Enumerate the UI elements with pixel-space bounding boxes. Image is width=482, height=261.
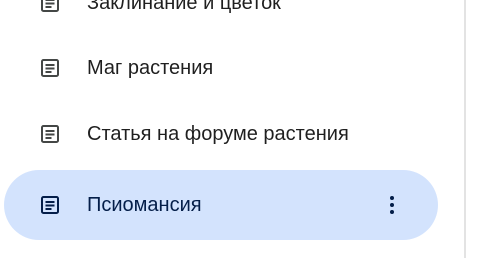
document-icon	[38, 56, 62, 80]
nav-item-psiomancy[interactable]: Псиомансия	[4, 170, 438, 240]
document-icon	[38, 122, 62, 146]
more-vert-icon[interactable]	[380, 193, 404, 217]
nav-item-label: Статья на форуме растения	[87, 122, 349, 145]
document-nav-list: Заклинание и цветок Маг растения Статья …	[0, 0, 482, 261]
nav-item-label: Псиомансия	[87, 193, 202, 216]
nav-item-forum-article[interactable]: Статья на форуме растения	[4, 99, 438, 169]
nav-item-plant-mage[interactable]: Маг растения	[4, 33, 438, 103]
nav-item-label: Заклинание и цветок	[87, 0, 281, 14]
nav-item-label: Маг растения	[87, 56, 214, 79]
document-icon	[38, 0, 62, 15]
panel-divider	[464, 0, 466, 258]
document-icon	[38, 193, 62, 217]
